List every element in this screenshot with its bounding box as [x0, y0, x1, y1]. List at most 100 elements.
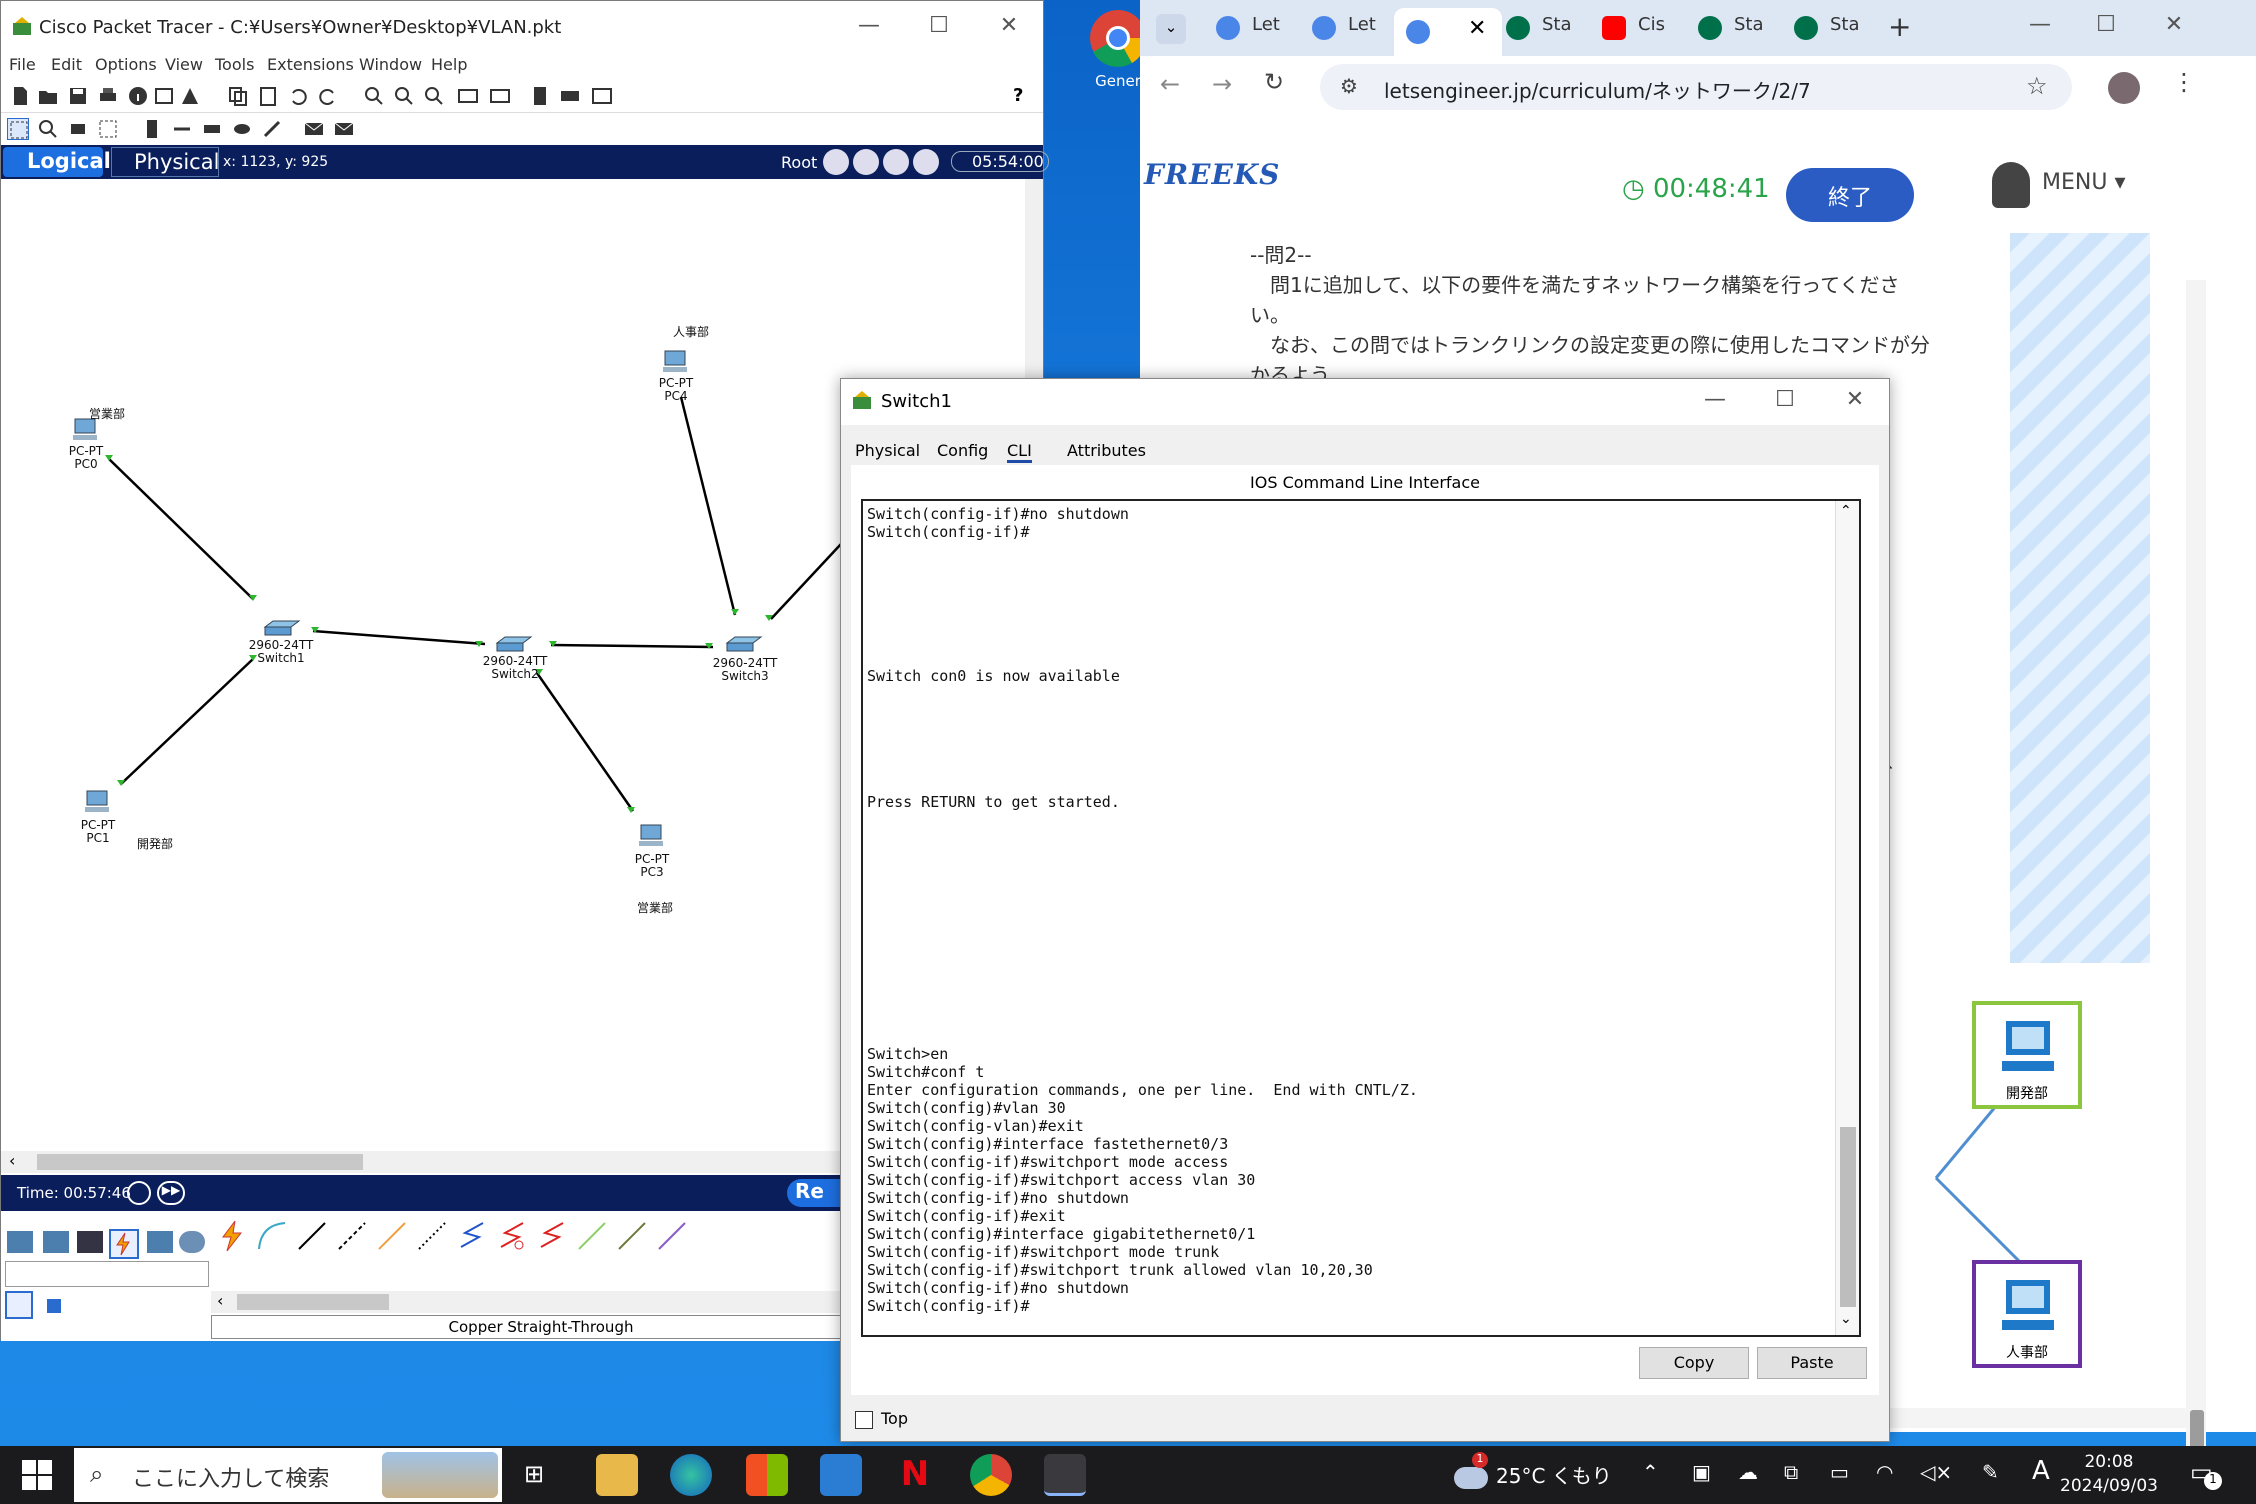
scroll-up-icon[interactable]: ⌃: [1840, 503, 1852, 519]
cli-scroll-thumb[interactable]: [1840, 1127, 1856, 1307]
components-icon[interactable]: [77, 1231, 103, 1253]
tab-search-icon[interactable]: ⌄: [1156, 14, 1186, 44]
freeform-icon[interactable]: [261, 118, 283, 140]
taskbar-search[interactable]: ⌕ ここに入力して検索: [74, 1448, 502, 1502]
notification-center-icon[interactable]: ▭ 1: [2190, 1458, 2222, 1490]
meet-now-icon[interactable]: ▣: [1692, 1460, 1711, 1484]
maximize-button[interactable]: ☐: [2086, 12, 2126, 37]
profile-avatar[interactable]: [2108, 72, 2140, 104]
menu-view[interactable]: View: [165, 55, 203, 74]
volume-icon[interactable]: ◁×: [1920, 1460, 1952, 1484]
scroll-left-icon[interactable]: ‹: [217, 1291, 223, 1310]
site-info-icon[interactable]: ⚙: [1340, 74, 1358, 98]
reload-icon[interactable]: ↻: [1264, 68, 1284, 96]
paste-icon[interactable]: [257, 85, 279, 107]
open-folder-icon[interactable]: [37, 85, 59, 107]
bookmark-star-icon[interactable]: ☆: [2026, 72, 2048, 100]
octal-cable-icon[interactable]: [575, 1219, 609, 1253]
move-object-icon[interactable]: [883, 149, 909, 175]
new-tab-icon[interactable]: +: [1888, 10, 1911, 43]
wifi-icon[interactable]: ◠: [1876, 1460, 1893, 1484]
save-icon[interactable]: [67, 85, 89, 107]
tab-logical[interactable]: Logical: [3, 147, 111, 177]
edge-icon[interactable]: [670, 1454, 712, 1496]
redo-icon[interactable]: [317, 85, 339, 107]
store-icon[interactable]: [746, 1454, 788, 1496]
tab-physical[interactable]: Physical: [855, 441, 920, 460]
palette-icon[interactable]: [591, 85, 613, 107]
menu-edit[interactable]: Edit: [51, 55, 82, 74]
menu-help[interactable]: Help: [431, 55, 467, 74]
switch-icon[interactable]: [263, 619, 301, 637]
info-icon[interactable]: [127, 85, 149, 107]
show-hidden-icons-icon[interactable]: ⌃: [1642, 1460, 1659, 1484]
scroll-left-icon[interactable]: ‹: [9, 1151, 15, 1170]
add-complex-pdu-icon[interactable]: [333, 118, 355, 140]
minimize-button[interactable]: —: [2020, 12, 2060, 37]
usb-cable-icon[interactable]: [655, 1219, 689, 1253]
custom-device-icon[interactable]: [489, 85, 511, 107]
tab-starbucks-1[interactable]: Sta: [1506, 14, 1572, 44]
cable-scroll-thumb[interactable]: [237, 1294, 389, 1310]
task-view-icon[interactable]: ⊞: [524, 1460, 544, 1488]
set-background-icon[interactable]: [913, 149, 939, 175]
chrome-taskbar-icon[interactable]: [970, 1454, 1012, 1496]
activity-wizard-icon[interactable]: [179, 85, 201, 107]
coaxial-cable-icon[interactable]: [455, 1219, 489, 1253]
delete-icon[interactable]: [67, 118, 89, 140]
switch-icon[interactable]: [725, 635, 763, 653]
file-explorer-icon[interactable]: [596, 1454, 638, 1496]
tab-lets-2[interactable]: Let: [1312, 14, 1376, 44]
menu-window[interactable]: Window: [359, 55, 422, 74]
top-checkbox[interactable]: Top: [855, 1409, 908, 1429]
close-tab-icon[interactable]: ✕: [1468, 16, 1486, 41]
forward-icon[interactable]: →: [1212, 70, 1232, 98]
minimize-button[interactable]: —: [1695, 387, 1735, 412]
zoom-in-icon[interactable]: [363, 85, 385, 107]
close-button[interactable]: ✕: [989, 13, 1029, 38]
more-menu-icon[interactable]: ⋮: [2172, 68, 2196, 96]
copy-icon[interactable]: [227, 85, 249, 107]
site-menu-button[interactable]: MENU ▾: [1992, 162, 2126, 208]
pc-icon[interactable]: [661, 349, 689, 375]
security-icon[interactable]: ⧉: [1784, 1460, 1798, 1484]
checkbox-box[interactable]: [855, 1410, 873, 1429]
crossover-cable-icon[interactable]: [335, 1219, 369, 1253]
fiber-cable-icon[interactable]: [375, 1219, 409, 1253]
mail-icon[interactable]: [820, 1454, 862, 1496]
power-cycle-icon[interactable]: [127, 1181, 151, 1205]
cli-vscroll[interactable]: ⌃ ⌄: [1835, 501, 1859, 1335]
multiuser-icon[interactable]: [179, 1231, 205, 1253]
back-icon[interactable]: ←: [1160, 70, 1180, 98]
menu-extensions[interactable]: Extensions: [267, 55, 354, 74]
zoom-reset-icon[interactable]: [393, 85, 415, 107]
packet-tracer-taskbar-icon[interactable]: [1044, 1454, 1086, 1496]
pc-icon[interactable]: [637, 823, 665, 849]
back-icon[interactable]: [823, 149, 849, 175]
menu-file[interactable]: File: [9, 55, 36, 74]
tab-attributes[interactable]: Attributes: [1067, 441, 1146, 460]
undo-icon[interactable]: [287, 85, 309, 107]
pdu-icon[interactable]: [559, 85, 581, 107]
console-cable-icon[interactable]: [255, 1219, 289, 1253]
serial-dte-cable-icon[interactable]: [535, 1219, 569, 1253]
maximize-button[interactable]: ☐: [919, 13, 959, 38]
netflix-icon[interactable]: N: [894, 1454, 936, 1496]
help-icon[interactable]: ?: [1013, 85, 1035, 107]
pc-icon[interactable]: [83, 789, 111, 815]
new-file-icon[interactable]: [9, 85, 31, 107]
misc-icon[interactable]: [147, 1231, 173, 1253]
tab-youtube-cisco[interactable]: Cis: [1602, 14, 1665, 44]
network-wizard-icon[interactable]: [153, 85, 175, 107]
device-search-input[interactable]: [5, 1261, 209, 1287]
page-vscroll[interactable]: [2186, 280, 2206, 1504]
address-bar[interactable]: ⚙ letsengineer.jp/curriculum/ネットワーク/2/7 …: [1320, 64, 2072, 110]
print-icon[interactable]: [97, 85, 119, 107]
straight-through-cable-icon[interactable]: [295, 1219, 329, 1253]
add-simple-pdu-icon[interactable]: [303, 118, 325, 140]
end-button[interactable]: 終了: [1786, 168, 1914, 222]
notes-icon[interactable]: [529, 85, 551, 107]
pen-icon[interactable]: ✎: [1982, 1460, 1999, 1484]
network-devices-icon[interactable]: [7, 1231, 33, 1253]
menu-options[interactable]: Options: [95, 55, 157, 74]
